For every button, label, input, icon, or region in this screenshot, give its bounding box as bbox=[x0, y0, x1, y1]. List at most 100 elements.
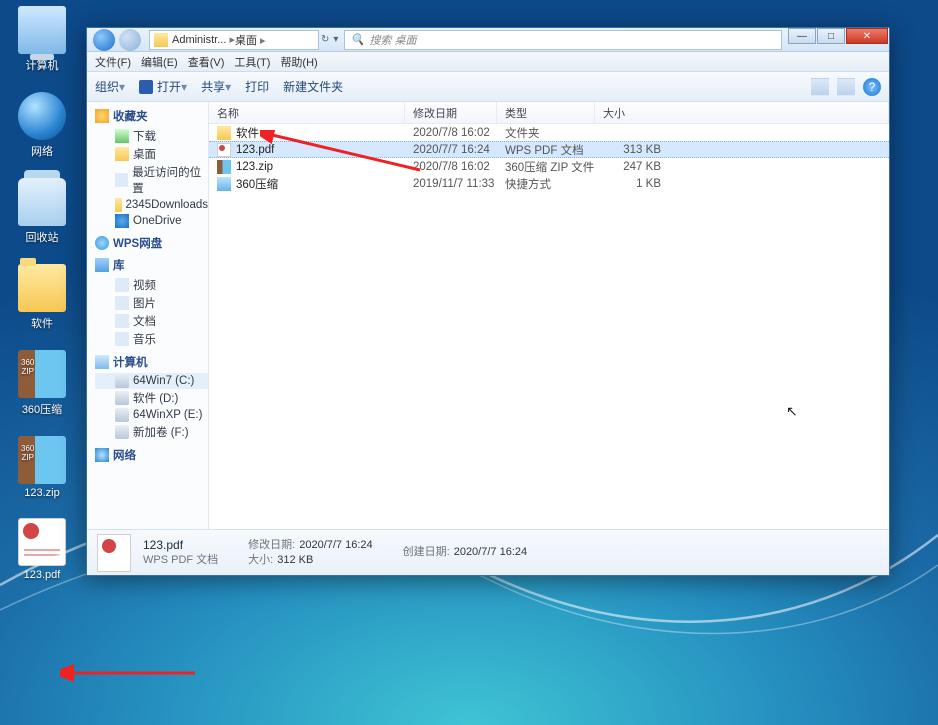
dropdown-icon[interactable]: ▾ bbox=[333, 34, 338, 45]
menu-view[interactable]: 查看(V) bbox=[188, 54, 225, 70]
file-size: 313 KB bbox=[595, 144, 671, 156]
nav-item-f[interactable]: 新加卷 (F:) bbox=[95, 423, 208, 441]
tb-organize[interactable]: 组织 bbox=[95, 78, 125, 95]
recycle-bin-icon bbox=[18, 178, 66, 226]
search-placeholder: 搜索 桌面 bbox=[369, 32, 416, 48]
refresh-icon[interactable]: ↻ bbox=[321, 34, 329, 45]
desktop: 计算机 网络 回收站 软件 360压缩 123.zip 123.pdf bbox=[0, 0, 90, 582]
breadcrumb-seg[interactable]: Administr... bbox=[172, 33, 235, 46]
desktop-icon-123pdf[interactable]: 123.pdf bbox=[6, 518, 78, 582]
nav-item-music[interactable]: 音乐 bbox=[95, 330, 208, 348]
nav-item-desktop[interactable]: 桌面 bbox=[95, 145, 208, 163]
nav-back-button[interactable] bbox=[93, 29, 115, 51]
col-date[interactable]: 修改日期 bbox=[405, 102, 497, 123]
nav-wps[interactable]: WPS网盘 bbox=[95, 235, 208, 251]
tb-share[interactable]: 共享 bbox=[201, 78, 231, 95]
file-name: 123.zip bbox=[236, 161, 273, 173]
help-icon[interactable]: ? bbox=[863, 78, 881, 96]
zip-icon bbox=[217, 160, 231, 174]
desktop-icon-123zip[interactable]: 123.zip bbox=[6, 436, 78, 500]
window-controls: — □ ✕ bbox=[788, 35, 889, 44]
desktop-icon-computer[interactable]: 计算机 bbox=[6, 6, 78, 74]
nav-item-onedrive[interactable]: OneDrive bbox=[95, 213, 208, 229]
search-box[interactable]: 🔍 搜索 桌面 bbox=[344, 30, 782, 50]
detail-mdate-k: 修改日期: bbox=[248, 539, 295, 551]
tb-newfolder[interactable]: 新建文件夹 bbox=[283, 78, 343, 95]
nav-computer[interactable]: 计算机 bbox=[95, 354, 208, 370]
col-type[interactable]: 类型 bbox=[497, 102, 595, 123]
desktop-icon-label: 软件 bbox=[6, 314, 78, 332]
explorer-window: Administr... 桌面 ↻ ▾ 🔍 搜索 桌面 — □ ✕ 文件(F) … bbox=[86, 27, 890, 576]
menu-file[interactable]: 文件(F) bbox=[95, 54, 131, 70]
word-icon bbox=[139, 80, 153, 94]
nav-item-d[interactable]: 软件 (D:) bbox=[95, 389, 208, 407]
nav-item-c[interactable]: 64Win7 (C:) bbox=[95, 373, 208, 389]
desktop-icon-recycle[interactable]: 回收站 bbox=[6, 178, 78, 246]
nav-item-doc[interactable]: 文档 bbox=[95, 312, 208, 330]
col-name[interactable]: 名称 bbox=[209, 102, 405, 123]
nav-pane: 收藏夹 下载 桌面 最近访问的位置 2345Downloads OneDrive… bbox=[87, 102, 209, 529]
nav-item-e[interactable]: 64WinXP (E:) bbox=[95, 407, 208, 423]
preview-pane-icon[interactable] bbox=[837, 78, 855, 96]
nav-item-video[interactable]: 视频 bbox=[95, 276, 208, 294]
detail-name: 123.pdf bbox=[143, 538, 218, 553]
file-list: 名称 修改日期 类型 大小 软件2020/7/8 16:02文件夹123.pdf… bbox=[209, 102, 889, 529]
nav-item-downloads[interactable]: 下载 bbox=[95, 127, 208, 145]
zip-icon bbox=[18, 350, 66, 398]
zip-icon bbox=[18, 436, 66, 484]
file-row[interactable]: 123.pdf 2020/7/7 16:24WPS PDF 文档313 KB bbox=[209, 141, 889, 158]
desktop-icon-software[interactable]: 软件 bbox=[6, 264, 78, 332]
mouse-cursor-icon: ↖ bbox=[786, 403, 798, 420]
column-headers: 名称 修改日期 类型 大小 bbox=[209, 102, 889, 124]
nav-libraries[interactable]: 库 bbox=[95, 257, 208, 273]
file-name: 360压缩 bbox=[236, 176, 278, 192]
detail-mdate-v: 2020/7/7 16:24 bbox=[299, 539, 372, 551]
annotation-arrow bbox=[60, 658, 200, 688]
pdf-icon bbox=[217, 143, 231, 157]
short-icon bbox=[217, 177, 231, 191]
search-icon: 🔍 bbox=[348, 31, 366, 49]
breadcrumb-seg[interactable]: 桌面 bbox=[235, 32, 266, 48]
desktop-icon-label: 123.zip bbox=[6, 486, 78, 500]
file-row[interactable]: 123.zip2020/7/8 16:02360压缩 ZIP 文件247 KB bbox=[209, 158, 889, 175]
close-button[interactable]: ✕ bbox=[846, 28, 888, 44]
file-thumb-icon bbox=[97, 534, 131, 572]
nav-item-2345[interactable]: 2345Downloads bbox=[95, 197, 208, 213]
menu-edit[interactable]: 编辑(E) bbox=[141, 54, 178, 70]
desktop-icon-label: 网络 bbox=[6, 142, 78, 160]
file-name: 123.pdf bbox=[236, 144, 274, 156]
folder-icon bbox=[154, 33, 168, 47]
globe-icon bbox=[18, 92, 66, 140]
detail-size-k: 大小: bbox=[248, 554, 273, 566]
menu-help[interactable]: 帮助(H) bbox=[280, 54, 317, 70]
tb-print[interactable]: 打印 bbox=[245, 78, 269, 95]
desktop-icon-network[interactable]: 网络 bbox=[6, 92, 78, 160]
file-type: WPS PDF 文档 bbox=[497, 142, 595, 158]
toolbar: 组织 打开 共享 打印 新建文件夹 ? bbox=[87, 72, 889, 102]
nav-item-recent[interactable]: 最近访问的位置 bbox=[95, 163, 208, 197]
desktop-icon-360zip[interactable]: 360压缩 bbox=[6, 350, 78, 418]
file-row[interactable]: 360压缩2019/11/7 11:33快捷方式1 KB bbox=[209, 175, 889, 192]
folder-icon bbox=[217, 126, 231, 140]
file-type: 快捷方式 bbox=[497, 176, 595, 192]
maximize-button[interactable]: □ bbox=[817, 28, 845, 44]
menu-bar: 文件(F) 编辑(E) 查看(V) 工具(T) 帮助(H) bbox=[87, 52, 889, 72]
detail-size-v: 312 KB bbox=[277, 554, 313, 566]
col-size[interactable]: 大小 bbox=[595, 102, 889, 123]
nav-forward-button[interactable] bbox=[119, 29, 141, 51]
menu-tools[interactable]: 工具(T) bbox=[234, 54, 270, 70]
minimize-button[interactable]: — bbox=[788, 28, 816, 44]
titlebar[interactable]: Administr... 桌面 ↻ ▾ 🔍 搜索 桌面 — □ ✕ bbox=[87, 28, 889, 52]
file-row[interactable]: 软件2020/7/8 16:02文件夹 bbox=[209, 124, 889, 141]
file-date: 2019/11/7 11:33 bbox=[405, 178, 497, 190]
nav-item-picture[interactable]: 图片 bbox=[95, 294, 208, 312]
nav-favorites[interactable]: 收藏夹 bbox=[95, 108, 208, 124]
desktop-icon-label: 360压缩 bbox=[6, 400, 78, 418]
computer-icon bbox=[18, 6, 66, 54]
view-mode-icon[interactable] bbox=[811, 78, 829, 96]
breadcrumb-bar[interactable]: Administr... 桌面 bbox=[149, 30, 319, 50]
nav-network[interactable]: 网络 bbox=[95, 447, 208, 463]
pdf-icon bbox=[18, 518, 66, 566]
tb-open[interactable]: 打开 bbox=[139, 78, 187, 95]
file-date: 2020/7/7 16:24 bbox=[405, 144, 497, 156]
